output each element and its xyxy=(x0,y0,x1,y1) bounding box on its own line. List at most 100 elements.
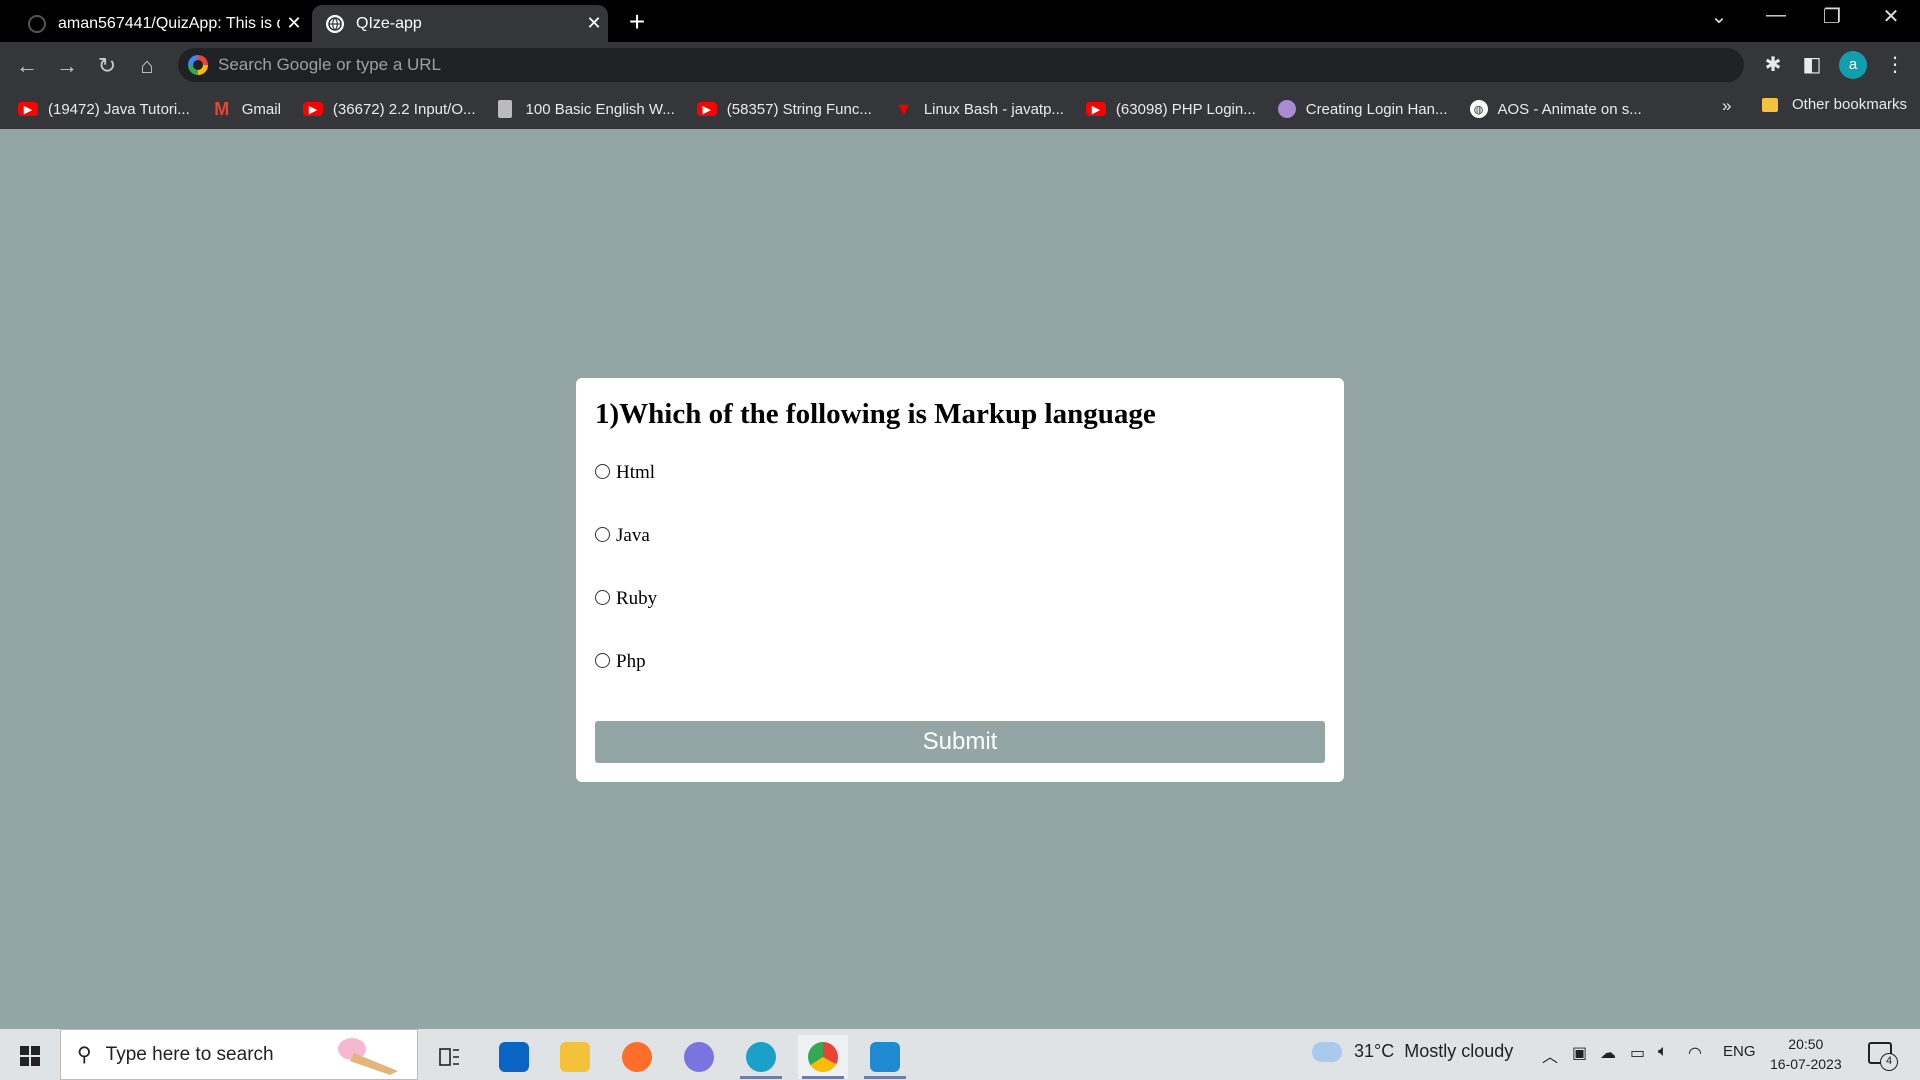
restore-window-icon[interactable]: ❐ xyxy=(1812,4,1852,29)
page-viewport: 1)Which of the following is Markup langu… xyxy=(0,129,1920,1029)
tab-quiz-app[interactable]: QIze-app ✕ xyxy=(312,5,608,42)
option-label: Java xyxy=(616,525,650,546)
other-bookmarks[interactable]: Other bookmarks xyxy=(1762,96,1907,113)
forward-arrow-icon[interactable]: → xyxy=(52,51,82,81)
radio-button[interactable] xyxy=(595,526,610,542)
github-icon xyxy=(28,14,46,33)
tab-search-chevron-icon[interactable]: ⌄ xyxy=(1699,4,1739,29)
bookmark-label: 100 Basic English W... xyxy=(525,100,675,118)
youtube-icon: ▶ xyxy=(696,102,717,116)
home-icon[interactable]: ⌂ xyxy=(132,51,162,81)
answer-option-java[interactable]: Java xyxy=(595,521,1325,551)
close-tab-icon[interactable]: ✕ xyxy=(580,13,608,34)
address-bar[interactable] xyxy=(178,48,1744,82)
option-label: Php xyxy=(616,651,646,672)
battery-icon[interactable]: ▭ xyxy=(1630,1043,1645,1063)
windows-start-icon[interactable] xyxy=(20,1046,40,1066)
windows-taskbar: ⚲ Type here to search 31°C Mostly cloudy… xyxy=(0,1029,1920,1080)
menu-kebab-icon[interactable]: ⋮ xyxy=(1880,52,1910,77)
radio-button[interactable] xyxy=(595,589,610,605)
bookmark-item[interactable]: ◍ AOS - Animate on s... xyxy=(1469,100,1642,118)
bookmark-label: (19472) Java Tutori... xyxy=(48,100,190,118)
taskbar-search-placeholder: Type here to search xyxy=(105,1043,274,1065)
task-view-icon[interactable] xyxy=(425,1035,475,1079)
radio-button[interactable] xyxy=(595,463,610,479)
submit-button[interactable]: Submit xyxy=(595,721,1325,763)
bookmark-label: Gmail xyxy=(241,100,281,118)
avatar-icon xyxy=(1277,100,1296,118)
browser-toolbar: ← → ↻ ⌂ ✱ ◧ a ⋮ xyxy=(0,42,1920,89)
meet-now-icon[interactable]: ▣ xyxy=(1572,1043,1587,1063)
cloudy-weather-icon xyxy=(1308,1033,1342,1062)
address-input[interactable] xyxy=(218,55,1118,75)
chrome-icon[interactable] xyxy=(798,1035,848,1079)
bookmark-item[interactable]: ▶ (36672) 2.2 Input/O... xyxy=(302,100,476,118)
minimize-icon[interactable]: — xyxy=(1756,4,1796,27)
copilot-icon[interactable] xyxy=(674,1035,724,1079)
answer-option-html[interactable]: Html xyxy=(595,458,1325,488)
bookmark-label: AOS - Animate on s... xyxy=(1497,100,1642,118)
mail-icon[interactable] xyxy=(489,1035,539,1079)
option-label: Ruby xyxy=(616,588,658,609)
close-tab-icon[interactable]: ✕ xyxy=(280,13,308,34)
youtube-icon: ▶ xyxy=(1085,102,1106,116)
javatpoint-icon: ▼ xyxy=(894,98,913,119)
globe-icon xyxy=(326,14,344,33)
clock-time: 20:50 xyxy=(1788,1036,1824,1052)
youtube-icon: ▶ xyxy=(302,102,323,116)
side-panel-icon[interactable]: ◧ xyxy=(1797,52,1827,77)
back-arrow-icon[interactable]: ← xyxy=(12,51,42,81)
volume-icon[interactable]: 🔈︎ xyxy=(1658,1043,1668,1061)
bookmark-label: Creating Login Han... xyxy=(1305,100,1448,118)
answer-option-ruby[interactable]: Ruby xyxy=(595,584,1325,614)
language-indicator[interactable]: ENG xyxy=(1723,1043,1756,1060)
option-label: Html xyxy=(616,462,656,483)
system-clock[interactable]: 20:50 16-07-2023 xyxy=(1770,1034,1842,1074)
bookmark-label: (63098) PHP Login... xyxy=(1115,100,1256,118)
bookmark-item[interactable]: ▶ (63098) PHP Login... xyxy=(1085,100,1256,118)
bookmark-label: (36672) 2.2 Input/O... xyxy=(332,100,476,118)
bookmark-item[interactable]: Creating Login Han... xyxy=(1277,100,1448,118)
bookmark-label: Linux Bash - javatp... xyxy=(923,100,1064,118)
vscode-icon[interactable] xyxy=(860,1035,910,1079)
folder-icon xyxy=(1762,97,1778,112)
extensions-puzzle-icon[interactable]: ✱ xyxy=(1758,52,1788,77)
weather-widget[interactable]: 31°C Mostly cloudy xyxy=(1308,1033,1514,1062)
gmail-icon: M xyxy=(214,98,230,119)
edge-icon[interactable] xyxy=(736,1035,786,1079)
bookmark-label: (58357) String Func... xyxy=(726,100,872,118)
tab-github-quizapp[interactable]: aman567441/QuizApp: This is qu ✕ xyxy=(12,5,308,42)
bookmark-item[interactable]: M Gmail xyxy=(212,98,281,119)
browser-tab-strip: aman567441/QuizApp: This is qu ✕ QIze-ap… xyxy=(0,0,1920,42)
quiz-card: 1)Which of the following is Markup langu… xyxy=(576,378,1344,782)
clock-date: 16-07-2023 xyxy=(1770,1056,1842,1072)
bookmark-item[interactable]: ▶ (58357) String Func... xyxy=(696,100,872,118)
bookmarks-overflow-chevron-icon[interactable]: » xyxy=(1722,96,1731,116)
weather-text: 31°C Mostly cloudy xyxy=(1354,1041,1514,1061)
other-bookmarks-label: Other bookmarks xyxy=(1792,96,1908,113)
profile-avatar[interactable]: a xyxy=(1839,51,1867,79)
reload-icon[interactable]: ↻ xyxy=(92,51,122,81)
document-icon xyxy=(497,100,512,118)
wifi-icon[interactable]: ◠ xyxy=(1688,1043,1702,1063)
answer-option-php[interactable]: Php xyxy=(595,647,1325,677)
tab-title: QIze-app xyxy=(356,14,422,32)
notification-count-badge: 4 xyxy=(1880,1053,1898,1071)
firefox-icon[interactable] xyxy=(612,1035,662,1079)
show-hidden-icons-chevron-icon[interactable]: ︿ xyxy=(1542,1043,1558,1067)
bookmark-item[interactable]: 100 Basic English W... xyxy=(497,100,675,118)
file-explorer-icon[interactable] xyxy=(550,1035,600,1079)
new-tab-plus-icon[interactable]: + xyxy=(622,6,652,38)
google-icon xyxy=(188,55,208,75)
youtube-icon: ▶ xyxy=(18,102,38,116)
ice-cream-icon xyxy=(338,1038,398,1075)
close-window-icon[interactable]: ✕ xyxy=(1871,4,1911,29)
tab-title: aman567441/QuizApp: This is qu xyxy=(58,14,280,32)
onedrive-icon[interactable]: ☁ xyxy=(1600,1043,1616,1063)
question-text: 1)Which of the following is Markup langu… xyxy=(595,398,1156,430)
bookmarks-bar: ▶ (19472) Java Tutori... M Gmail ▶ (36672) … xyxy=(0,89,1920,129)
bookmark-item[interactable]: ▶ (19472) Java Tutori... xyxy=(18,101,190,118)
globe-icon: ◍ xyxy=(1469,100,1488,118)
radio-button[interactable] xyxy=(595,652,610,668)
bookmark-item[interactable]: ▼ Linux Bash - javatp... xyxy=(894,98,1064,119)
